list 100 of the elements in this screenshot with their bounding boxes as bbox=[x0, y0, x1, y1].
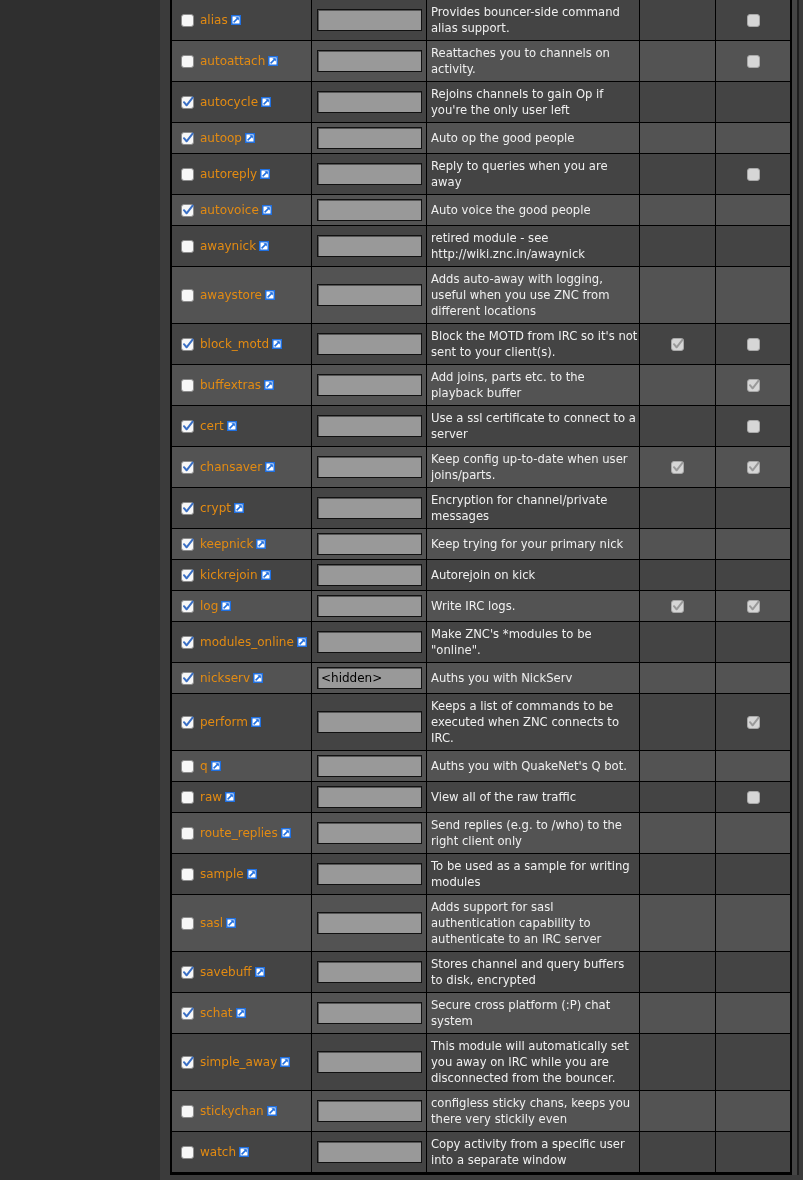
external-link-icon[interactable] bbox=[233, 503, 244, 513]
module-name[interactable]: awaynick bbox=[200, 238, 257, 254]
checkbox[interactable] bbox=[181, 1145, 194, 1159]
checkbox[interactable] bbox=[181, 965, 194, 979]
external-link-icon[interactable] bbox=[239, 1147, 250, 1157]
external-link-icon[interactable] bbox=[259, 241, 270, 251]
module-name[interactable]: sasl bbox=[200, 915, 224, 931]
checkbox[interactable] bbox=[181, 13, 194, 27]
external-link-icon[interactable] bbox=[261, 97, 272, 107]
argument-field[interactable] bbox=[317, 9, 422, 31]
checkbox[interactable] bbox=[181, 460, 194, 474]
module-name[interactable]: raw bbox=[200, 789, 223, 805]
argument-field[interactable] bbox=[317, 415, 422, 437]
checkbox[interactable] bbox=[181, 635, 194, 649]
argument-field[interactable] bbox=[317, 786, 422, 808]
module-name[interactable]: route_replies bbox=[200, 825, 278, 841]
module-name[interactable]: buffextras bbox=[200, 377, 261, 393]
external-link-icon[interactable] bbox=[210, 761, 221, 771]
module-name[interactable]: alias bbox=[200, 12, 228, 28]
external-link-icon[interactable] bbox=[264, 380, 274, 390]
argument-field[interactable] bbox=[317, 199, 422, 221]
checkbox[interactable] bbox=[181, 167, 194, 181]
module-name[interactable]: schat bbox=[200, 1005, 233, 1021]
checkbox[interactable] bbox=[181, 203, 194, 217]
checkbox[interactable] bbox=[181, 867, 194, 881]
argument-field[interactable] bbox=[317, 631, 422, 653]
checkbox[interactable] bbox=[181, 1104, 194, 1118]
external-link-icon[interactable] bbox=[221, 601, 232, 611]
argument-field[interactable] bbox=[317, 863, 422, 885]
argument-field[interactable] bbox=[317, 456, 422, 478]
checkbox[interactable] bbox=[181, 419, 194, 433]
external-link-icon[interactable] bbox=[226, 918, 237, 928]
module-name[interactable]: perform bbox=[200, 714, 248, 730]
checkbox[interactable] bbox=[181, 131, 194, 145]
argument-field[interactable] bbox=[317, 961, 422, 983]
external-link-icon[interactable] bbox=[235, 1008, 246, 1018]
module-name[interactable]: cert bbox=[200, 418, 224, 434]
external-link-icon[interactable] bbox=[230, 15, 241, 25]
argument-field[interactable] bbox=[317, 1051, 422, 1073]
argument-field[interactable] bbox=[317, 497, 422, 519]
module-name[interactable]: keepnick bbox=[200, 536, 254, 552]
checkbox[interactable] bbox=[181, 568, 194, 582]
module-name[interactable]: autoreply bbox=[200, 166, 258, 182]
external-link-icon[interactable] bbox=[260, 169, 271, 179]
argument-field[interactable] bbox=[317, 284, 422, 306]
checkbox[interactable] bbox=[181, 337, 194, 351]
argument-field[interactable] bbox=[317, 235, 422, 257]
checkbox[interactable] bbox=[181, 916, 194, 930]
module-name[interactable]: q bbox=[200, 758, 208, 774]
checkbox[interactable] bbox=[181, 1055, 194, 1069]
external-link-icon[interactable] bbox=[280, 828, 291, 838]
argument-field[interactable] bbox=[317, 755, 422, 777]
argument-field[interactable] bbox=[317, 533, 422, 555]
external-link-icon[interactable] bbox=[260, 570, 271, 580]
checkbox[interactable] bbox=[181, 759, 194, 773]
external-link-icon[interactable] bbox=[244, 133, 255, 143]
module-name[interactable]: block_motd bbox=[200, 336, 270, 352]
module-name[interactable]: autovoice bbox=[200, 202, 259, 218]
argument-field[interactable] bbox=[317, 822, 422, 844]
module-name[interactable]: autoop bbox=[200, 130, 242, 146]
checkbox[interactable] bbox=[181, 537, 194, 551]
argument-field[interactable] bbox=[317, 163, 422, 185]
argument-field[interactable] bbox=[317, 1141, 422, 1163]
external-link-icon[interactable] bbox=[250, 717, 261, 727]
argument-field[interactable] bbox=[317, 1002, 422, 1024]
external-link-icon[interactable] bbox=[225, 792, 236, 802]
checkbox[interactable] bbox=[181, 1006, 194, 1020]
argument-field[interactable] bbox=[317, 91, 422, 113]
external-link-icon[interactable] bbox=[256, 539, 267, 549]
checkbox[interactable] bbox=[181, 288, 194, 302]
argument-field[interactable]: <hidden> bbox=[317, 667, 422, 689]
module-name[interactable]: simple_away bbox=[200, 1054, 278, 1070]
external-link-icon[interactable] bbox=[246, 869, 257, 879]
external-link-icon[interactable] bbox=[265, 462, 276, 472]
argument-field[interactable] bbox=[317, 1100, 422, 1122]
module-name[interactable]: autoattach bbox=[200, 53, 266, 69]
module-name[interactable]: kickrejoin bbox=[200, 567, 258, 583]
argument-field[interactable] bbox=[317, 333, 422, 355]
checkbox[interactable] bbox=[181, 378, 194, 392]
checkbox[interactable] bbox=[181, 54, 194, 68]
argument-field[interactable] bbox=[317, 374, 422, 396]
module-name[interactable]: chansaver bbox=[200, 459, 263, 475]
argument-field[interactable] bbox=[317, 912, 422, 934]
external-link-icon[interactable] bbox=[254, 967, 265, 977]
module-name[interactable]: awaystore bbox=[200, 287, 262, 303]
external-link-icon[interactable] bbox=[268, 56, 279, 66]
module-name[interactable]: stickychan bbox=[200, 1103, 264, 1119]
module-name[interactable]: modules_online bbox=[200, 634, 294, 650]
module-name[interactable]: savebuff bbox=[200, 964, 252, 980]
argument-field[interactable] bbox=[317, 50, 422, 72]
checkbox[interactable] bbox=[181, 715, 194, 729]
checkbox[interactable] bbox=[181, 95, 194, 109]
module-name[interactable]: crypt bbox=[200, 500, 231, 516]
argument-field[interactable] bbox=[317, 595, 422, 617]
external-link-icon[interactable] bbox=[261, 205, 272, 215]
checkbox[interactable] bbox=[181, 501, 194, 515]
module-name[interactable]: log bbox=[200, 598, 219, 614]
checkbox[interactable] bbox=[181, 239, 194, 253]
module-name[interactable]: watch bbox=[200, 1144, 237, 1160]
external-link-icon[interactable] bbox=[296, 637, 307, 647]
